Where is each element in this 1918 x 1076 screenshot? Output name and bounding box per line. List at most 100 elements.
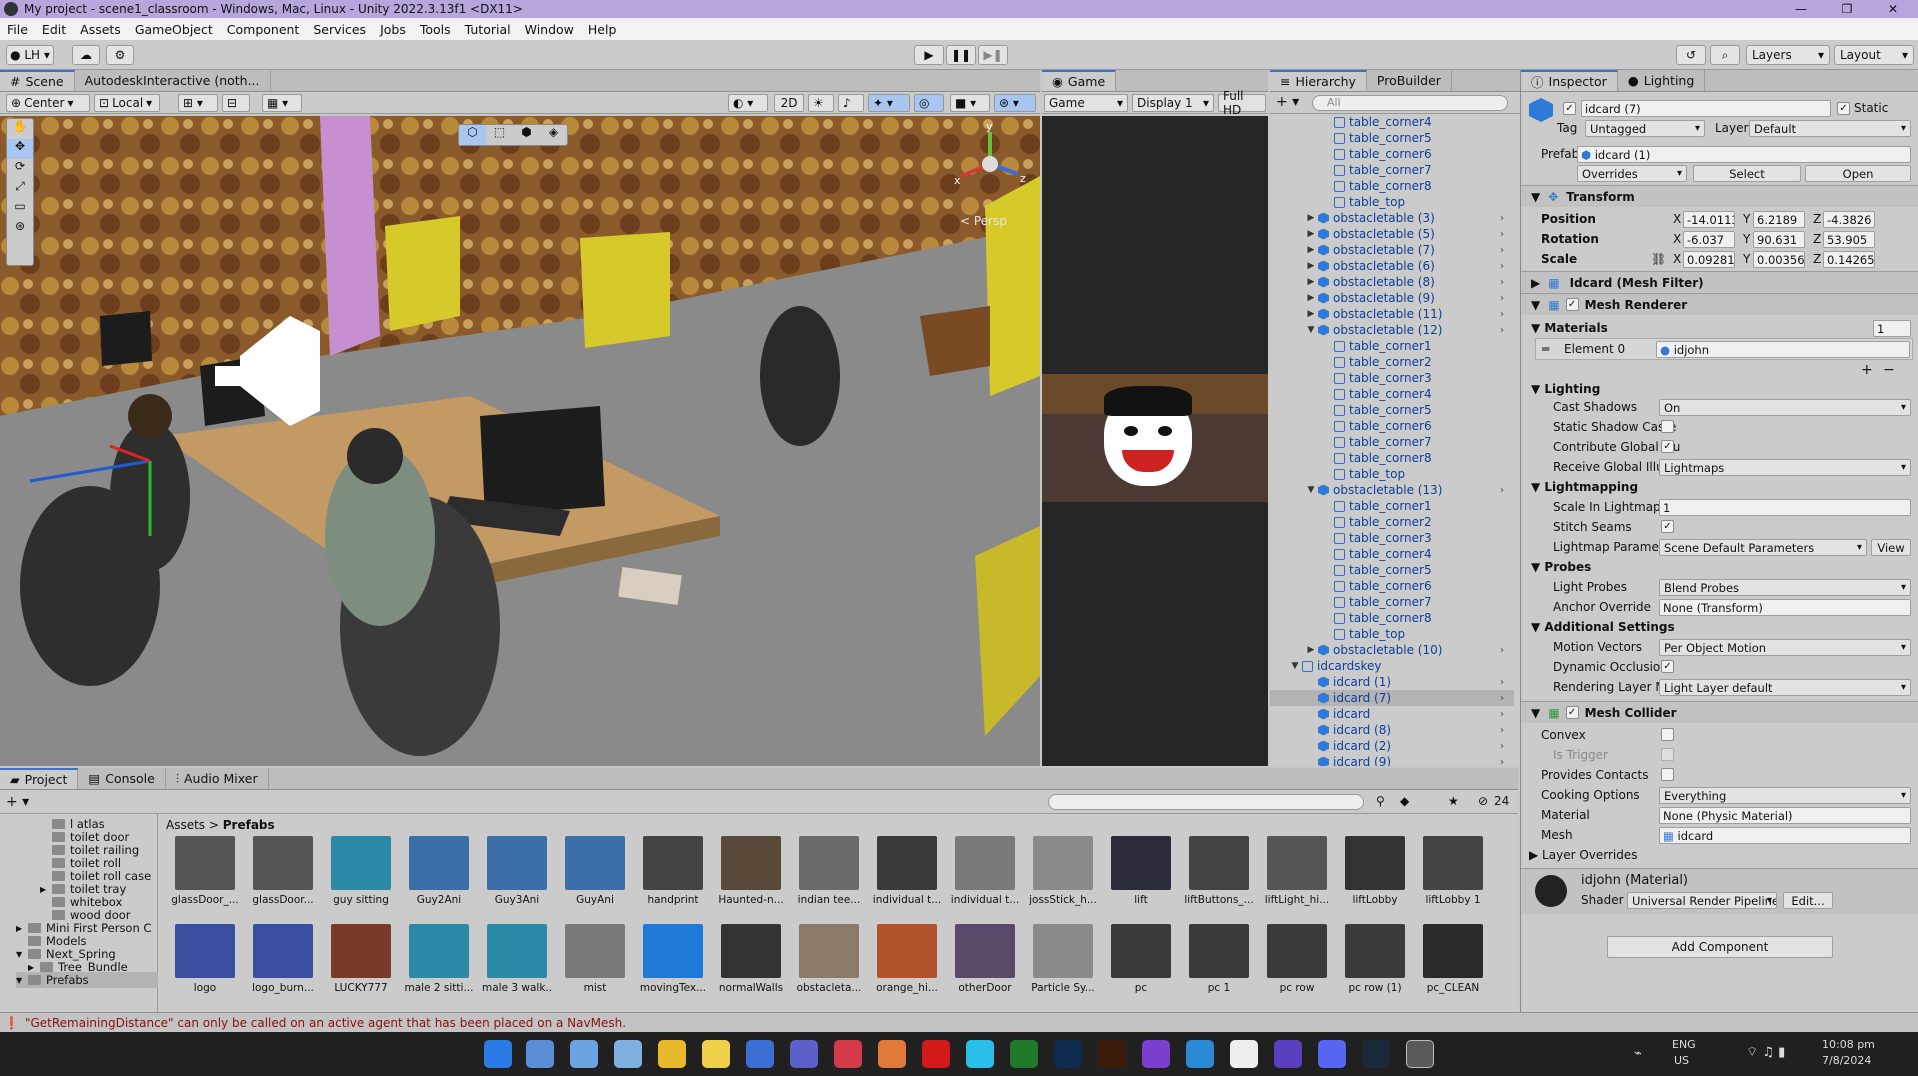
lighting-section[interactable]: ▼ Lighting [1531,382,1600,396]
hierarchy-item[interactable]: table_corner2 [1270,354,1514,370]
open-prefab-chevron-icon[interactable]: › [1500,757,1504,767]
asset-tile[interactable]: individual t... [872,836,942,922]
materials-count-field[interactable]: 1 [1873,320,1911,337]
search-icon[interactable]: ⌕ [1710,45,1740,65]
app-icon[interactable] [1186,1040,1214,1068]
maximize-button[interactable]: ❐ [1824,0,1870,18]
open-prefab-chevron-icon[interactable]: › [1500,261,1504,272]
layer-overrides-section[interactable]: ▶ Layer Overrides [1529,848,1638,862]
rotation-x-field[interactable]: -6.037 [1683,231,1735,248]
rect-view-icon[interactable]: ⬚ [486,125,513,145]
mesh-filter-header[interactable]: ▶ ▦ Idcard (Mesh Filter) [1521,271,1918,293]
hierarchy-item[interactable]: ▶ obstacletable (9) › [1270,290,1514,306]
hierarchy-item[interactable]: table_corner8 [1270,450,1514,466]
asset-tile[interactable]: glassDoor... [248,836,318,922]
open-prefab-chevron-icon[interactable]: › [1500,741,1504,752]
tag-dropdown[interactable]: Untagged [1585,120,1705,137]
convex-checkbox[interactable] [1661,728,1674,741]
open-prefab-chevron-icon[interactable]: › [1500,309,1504,320]
hierarchy-item[interactable]: ▶ obstacletable (11) › [1270,306,1514,322]
sticky-notes-icon[interactable] [702,1040,730,1068]
minimize-button[interactable]: — [1778,0,1824,18]
materials-section[interactable]: ▼ Materials [1531,321,1608,335]
asset-tile[interactable]: Particle Sy... [1028,924,1098,1010]
hierarchy-item[interactable]: table_corner5 [1270,562,1514,578]
cube-view-icon[interactable]: ⬡ [459,125,486,145]
hierarchy-item[interactable]: ▶ obstacletable (7) › [1270,242,1514,258]
tab-inspector[interactable]: ⓘ Inspector [1521,70,1618,91]
tab-autodesk-interactive[interactable]: AutodeskInteractive (noth... [75,70,271,91]
menu-edit[interactable]: Edit [35,22,73,37]
hierarchy-item[interactable]: table_corner2 [1270,514,1514,530]
tab-project[interactable]: ▰ Project [0,768,79,789]
tab-console[interactable]: ▤ Console [78,768,166,789]
collapse-arrow-icon[interactable]: ▶ [1306,229,1316,239]
overrides-dropdown[interactable]: Overrides [1577,165,1687,182]
asset-tile[interactable]: logo_burn... [248,924,318,1010]
asset-tile[interactable]: Haunted-n... [716,836,786,922]
probes-section[interactable]: ▼ Probes [1531,560,1591,574]
scale-z-field[interactable]: 0.142655 [1823,251,1875,268]
favorite-star-icon[interactable]: ★ [1448,794,1459,808]
steam-icon[interactable] [1362,1040,1390,1068]
menu-gameobject[interactable]: GameObject [128,22,220,37]
asset-tile[interactable]: normalWalls [716,924,786,1010]
account-button[interactable]: ● LH ▾ [6,45,54,65]
collab-icon[interactable]: ⚙ [106,45,134,65]
receive-gi-dropdown[interactable]: Lightmaps [1659,459,1911,476]
asset-tile[interactable]: GuyAni [560,836,630,922]
hierarchy-item[interactable]: table_top [1270,466,1514,482]
mesh-renderer-enabled-checkbox[interactable]: ✓ [1565,298,1579,311]
history-icon[interactable]: ↺ [1676,45,1706,65]
open-prefab-chevron-icon[interactable]: › [1500,645,1504,656]
resolution-dropdown[interactable]: Full HD [1218,89,1266,117]
effects-dropdown[interactable]: ✦ ▾ [868,94,910,112]
hierarchy-item[interactable]: idcard › [1270,706,1514,722]
cloud-icon[interactable]: ☁ [72,45,100,65]
step-button[interactable]: ▶❚ [978,45,1008,65]
box-view-icon[interactable]: ⬢ [513,125,540,145]
asset-tile[interactable]: lift [1106,836,1176,922]
browser-icon[interactable] [878,1040,906,1068]
game-mode-dropdown[interactable]: Game ▾ [1044,94,1128,112]
tab-probuilder[interactable]: ProBuilder [1367,70,1452,91]
asset-tile[interactable]: obstacleta... [794,924,864,1010]
hierarchy-item[interactable]: idcard (2) › [1270,738,1514,754]
hand-tool-icon[interactable]: ✋ [7,119,33,139]
create-asset-icon[interactable]: + ▾ [6,794,29,810]
layer-dropdown[interactable]: Default [1749,120,1911,137]
link-scale-icon[interactable]: ⛓ [1651,252,1666,266]
hierarchy-item[interactable]: table_corner6 [1270,418,1514,434]
hierarchy-item[interactable]: ▼ idcardskey [1270,658,1514,674]
open-prefab-chevron-icon[interactable]: › [1500,229,1504,240]
hierarchy-item[interactable]: table_corner7 [1270,162,1514,178]
asset-tile[interactable]: indian tee... [794,836,864,922]
asset-tile[interactable]: pc [1106,924,1176,1010]
anchor-override-field[interactable]: None (Transform) [1659,599,1911,616]
asset-tile[interactable]: logo [170,924,240,1010]
mindmap-icon[interactable] [966,1040,994,1068]
open-prefab-chevron-icon[interactable]: › [1500,725,1504,736]
material-asset-header[interactable]: idjohn (Material) Shader Universal Rende… [1521,868,1918,914]
hierarchy-item[interactable]: table_corner5 [1270,402,1514,418]
tab-scene[interactable]: # Scene [0,70,75,91]
photos-icon[interactable] [570,1040,598,1068]
grid-toggle[interactable]: ▦ ▾ [262,94,302,112]
tree-arrow-icon[interactable]: ▶ [16,924,28,933]
hierarchy-item[interactable]: table_corner1 [1270,498,1514,514]
menu-jobs[interactable]: Jobs [373,22,413,37]
cast-shadows-dropdown[interactable]: On [1659,399,1911,416]
rendering-layer-dropdown[interactable]: Light Layer default [1659,679,1911,696]
perspective-label[interactable]: < Persp [960,214,1007,228]
camera-dropdown[interactable]: ■ ▾ [950,94,990,112]
menu-window[interactable]: Window [518,22,581,37]
asset-tile[interactable]: jossStick_h... [1028,836,1098,922]
hierarchy-item[interactable]: ▶ obstacletable (3) › [1270,210,1514,226]
close-button[interactable]: ✕ [1870,0,1916,18]
asset-tile[interactable]: male 3 walk... [482,924,552,1010]
status-bar[interactable]: ❗ "GetRemainingDistance" can only be cal… [0,1012,1918,1032]
lightmapping-section[interactable]: ▼ Lightmapping [1531,480,1638,494]
scene-view[interactable]: ✋ ✥ ⟳ ⤢ ▭ ⊛ ⬡ ⬚ ⬢ ◈ y z x < Persp [0,116,1040,766]
tab-lighting[interactable]: ● Lighting [1618,70,1706,91]
open-prefab-chevron-icon[interactable]: › [1500,277,1504,288]
